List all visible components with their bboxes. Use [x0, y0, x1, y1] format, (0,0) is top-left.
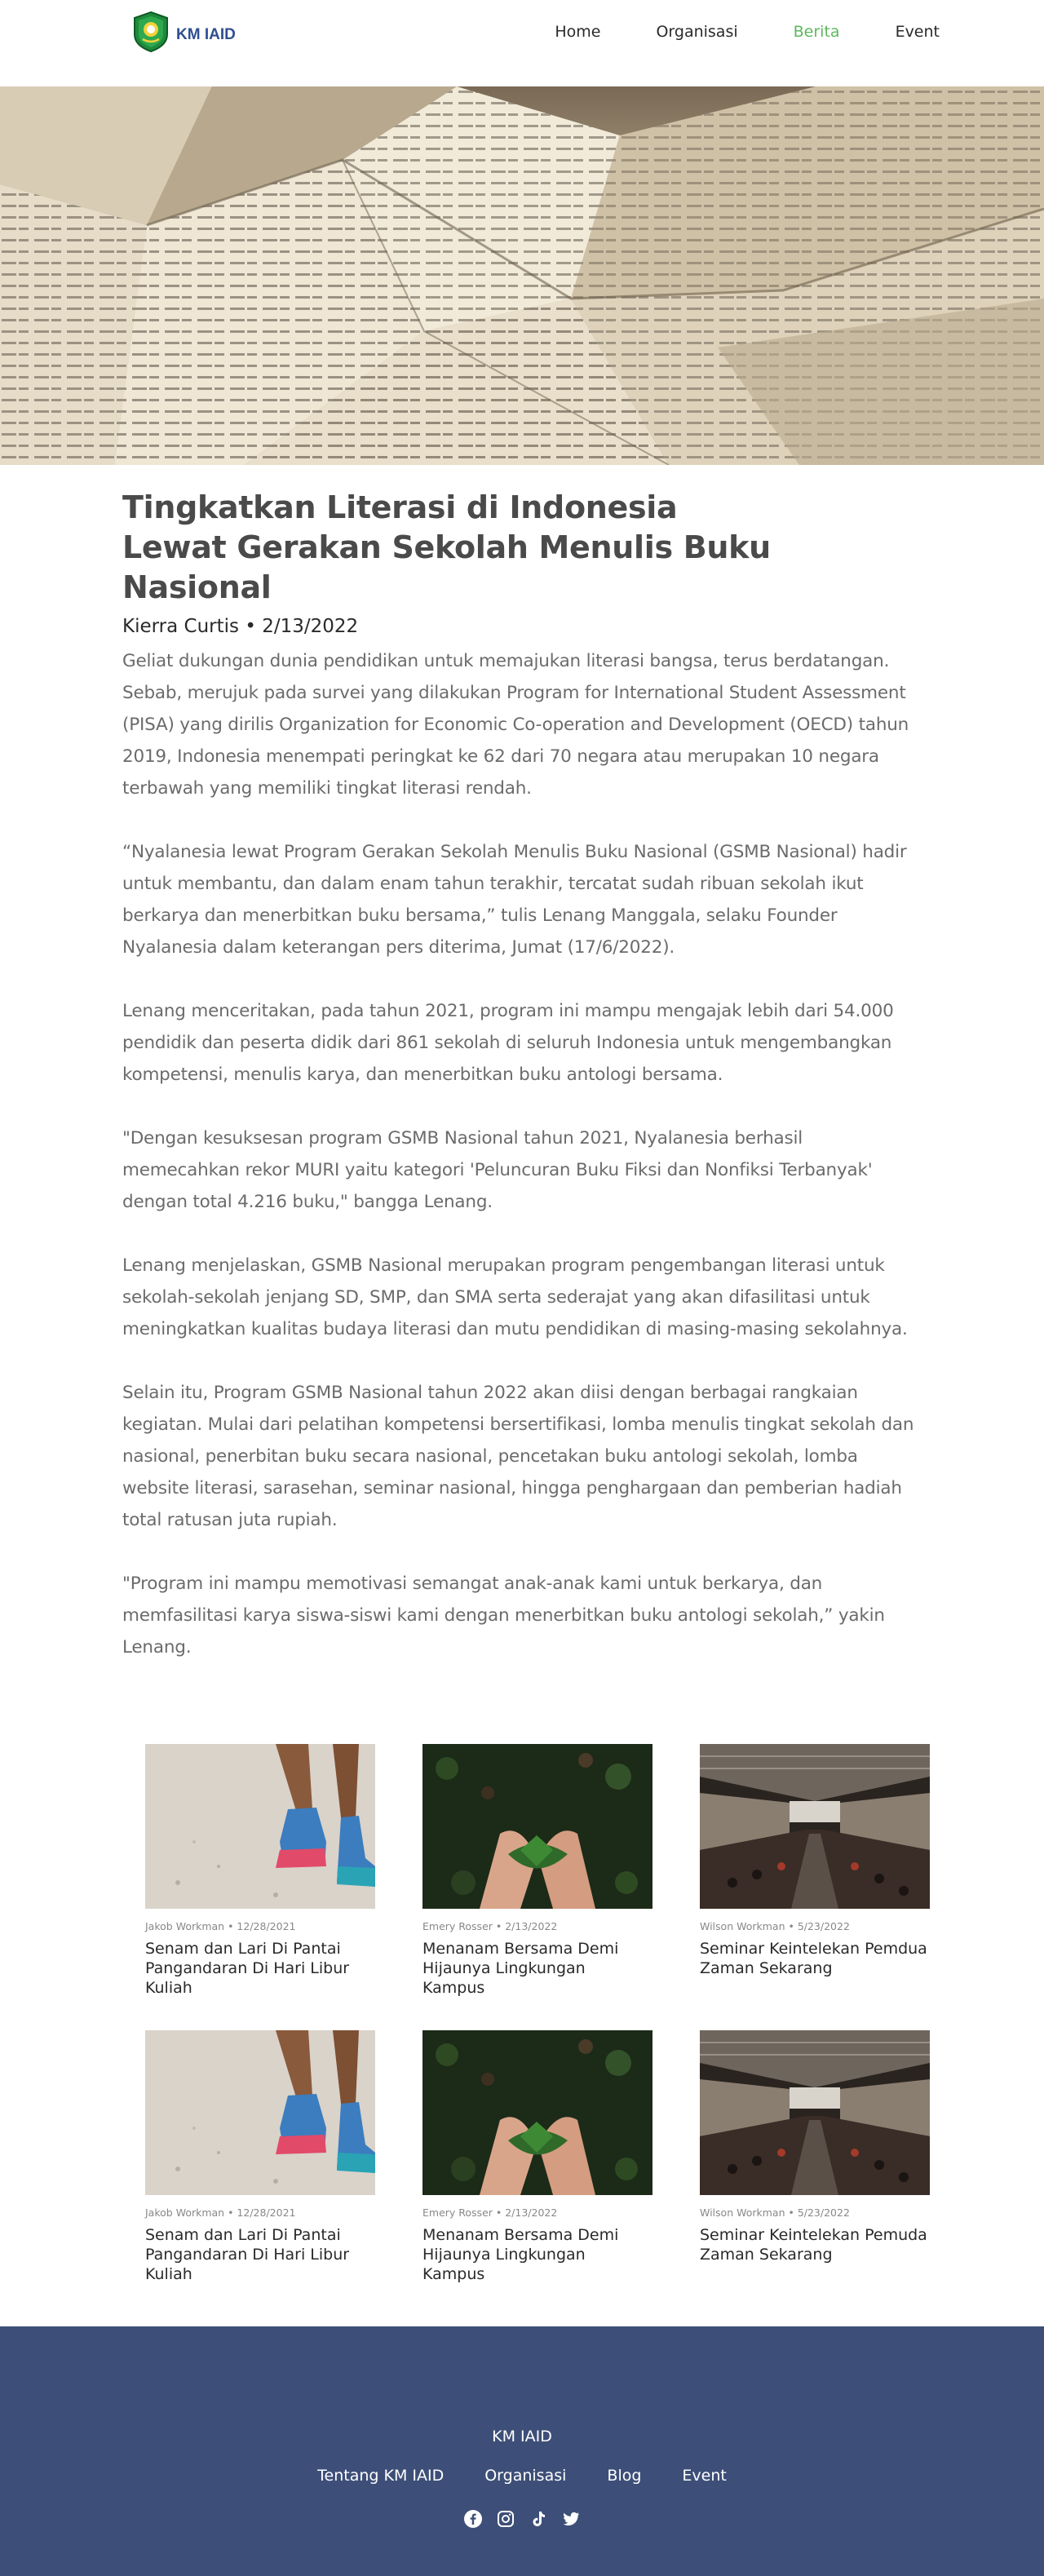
instagram-icon[interactable]	[496, 2509, 515, 2529]
card-image-seminar	[700, 1744, 930, 1909]
card-meta: Wilson Workman • 5/23/2022	[700, 2206, 850, 2219]
card-meta: Emery Rosser • 2/13/2022	[422, 1920, 558, 1932]
post-card[interactable]: Wilson Workman • 5/23/2022 Seminar Keint…	[700, 1744, 930, 1998]
post-card[interactable]: Emery Rosser • 2/13/2022 Menanam Bersama…	[422, 1744, 652, 1998]
article-paragraph: “Nyalanesia lewat Program Gerakan Sekola…	[122, 842, 907, 958]
post-card[interactable]: Wilson Workman • 5/23/2022 Seminar Keint…	[700, 2030, 930, 2284]
card-meta: Wilson Workman • 5/23/2022	[700, 1920, 850, 1932]
article-paragraph: Geliat dukungan dunia pendidikan untuk m…	[122, 651, 909, 799]
footer-link-tentang[interactable]: Tentang KM IAID	[317, 2467, 444, 2485]
facebook-icon[interactable]	[463, 2509, 483, 2529]
footer-link-organisasi[interactable]: Organisasi	[484, 2467, 566, 2485]
card-image-running	[145, 2030, 375, 2195]
tiktok-icon[interactable]	[529, 2509, 548, 2529]
article: Tingkatkan Literasi di Indonesia Lewat G…	[0, 488, 1044, 1663]
footer-nav: Tentang KM IAID Organisasi Blog Event	[0, 2467, 1044, 2485]
article-paragraph: "Program ini mampu memotivasi semangat a…	[122, 1573, 885, 1658]
footer: KM IAID Tentang KM IAID Organisasi Blog …	[0, 2326, 1044, 2576]
nav-event[interactable]: Event	[896, 23, 940, 41]
card-title: Seminar Keintelekan Pemdua Zaman Sekaran…	[700, 1940, 927, 1977]
twitter-icon[interactable]	[561, 2509, 581, 2529]
card-image-seminar	[700, 2030, 930, 2195]
footer-link-blog[interactable]: Blog	[607, 2467, 641, 2485]
card-meta: Emery Rosser • 2/13/2022	[422, 2206, 558, 2219]
card-image-plant	[422, 1744, 652, 1909]
card-title: Seminar Keintelekan Pemuda Zaman Sekaran…	[700, 2226, 927, 2264]
crumpled-pages-illustration	[0, 86, 1044, 465]
card-image-running	[145, 1744, 375, 1909]
emblem-icon	[134, 11, 168, 53]
nav-organisasi[interactable]: Organisasi	[656, 23, 737, 41]
brand-name: KM IAID	[176, 26, 236, 43]
footer-link-event[interactable]: Event	[682, 2467, 726, 2485]
related-posts: Jakob Workman • 12/28/2021 Senam dan Lar…	[0, 1695, 1044, 2284]
card-meta: Jakob Workman • 12/28/2021	[145, 1920, 296, 1932]
hero-image	[0, 86, 1044, 465]
card-meta: Jakob Workman • 12/28/2021	[145, 2206, 296, 2219]
post-card[interactable]: Emery Rosser • 2/13/2022 Menanam Bersama…	[422, 2030, 652, 2284]
brand-logo[interactable]: KM IAID	[129, 10, 236, 54]
card-image-plant	[422, 2030, 652, 2195]
article-body: Geliat dukungan dunia pendidikan untuk m…	[122, 645, 922, 1663]
main-nav: Home Organisasi Berita Event	[499, 23, 940, 41]
article-paragraph: "Dengan kesuksesan program GSMB Nasional…	[122, 1128, 873, 1212]
footer-brand: KM IAID	[492, 2428, 552, 2445]
card-title: Senam dan Lari Di Pantai Pangandaran Di …	[145, 2226, 350, 2283]
card-title: Menanam Bersama Demi Hijaunya Lingkungan…	[422, 2226, 619, 2283]
article-title: Tingkatkan Literasi di Indonesia Lewat G…	[122, 489, 771, 605]
card-title: Senam dan Lari Di Pantai Pangandaran Di …	[145, 1940, 350, 1997]
social-links	[0, 2509, 1044, 2529]
nav-home[interactable]: Home	[555, 23, 600, 41]
nav-berita[interactable]: Berita	[794, 23, 840, 41]
post-card[interactable]: Jakob Workman • 12/28/2021 Senam dan Lar…	[145, 2030, 375, 2284]
article-meta: Kierra Curtis • 2/13/2022	[122, 616, 359, 637]
article-paragraph: Lenang menjelaskan, GSMB Nasional merupa…	[122, 1255, 908, 1339]
post-card[interactable]: Jakob Workman • 12/28/2021 Senam dan Lar…	[145, 1744, 375, 1998]
card-title: Menanam Bersama Demi Hijaunya Lingkungan…	[422, 1940, 619, 1997]
article-paragraph: Selain itu, Program GSMB Nasional tahun …	[122, 1383, 914, 1530]
navbar: KM IAID Home Organisasi Berita Event	[0, 0, 1044, 86]
article-paragraph: Lenang menceritakan, pada tahun 2021, pr…	[122, 1001, 894, 1085]
